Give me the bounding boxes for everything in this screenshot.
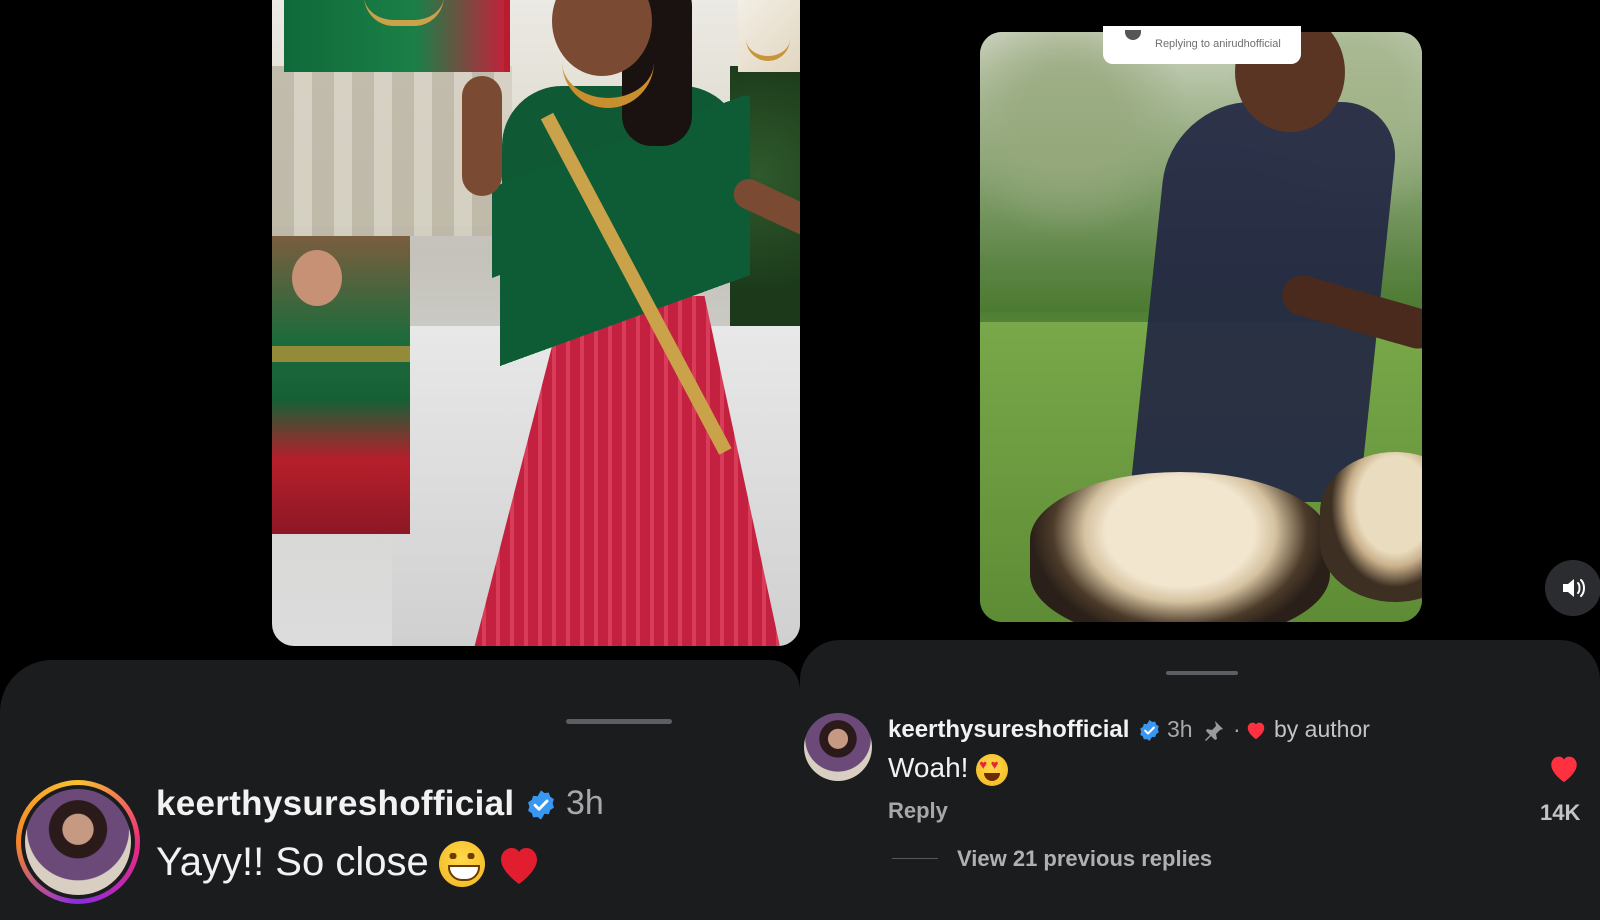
separator-dot: · xyxy=(1233,716,1241,742)
right-comment-username[interactable]: keerthysureshofficial xyxy=(888,716,1129,744)
right-comment-text-row: Woah! xyxy=(888,752,1009,786)
speaker-icon xyxy=(1563,579,1585,597)
replies-divider-line xyxy=(892,858,938,859)
photo-woman-in-half-saree xyxy=(462,0,800,646)
replying-to-text: Replying to anirudhofficial xyxy=(1155,38,1281,50)
reply-video-player[interactable] xyxy=(980,32,1422,622)
grinning-face-icon xyxy=(438,841,485,888)
view-previous-replies-link[interactable]: View 21 previous replies xyxy=(957,846,1212,872)
right-comment-text: Woah! xyxy=(888,752,969,783)
avatar[interactable] xyxy=(804,713,872,781)
left-comment-username[interactable]: keerthysureshofficial xyxy=(156,784,514,824)
verified-badge-icon xyxy=(1140,719,1159,742)
liked-by-author-heart-icon xyxy=(1247,722,1265,740)
left-comment-text: Yayy!! So close xyxy=(156,840,429,884)
left-sheet-drag-handle[interactable] xyxy=(566,719,672,724)
red-heart-icon xyxy=(500,848,537,885)
avatar xyxy=(25,789,131,895)
like-count: 14K xyxy=(1540,800,1581,825)
video-chenda-drum xyxy=(1030,472,1330,622)
left-story-avatar[interactable] xyxy=(16,780,140,904)
heart-eyes-icon xyxy=(976,753,1009,786)
avatar xyxy=(1125,30,1141,40)
reply-button[interactable]: Reply xyxy=(888,798,948,824)
liked-by-author-label: by author xyxy=(1274,716,1370,742)
pin-icon xyxy=(1205,721,1223,741)
replying-to-banner[interactable]: Replying to anirudhofficial xyxy=(1103,26,1301,64)
sound-toggle-button[interactable] xyxy=(1545,560,1600,616)
left-comment-time: 3h xyxy=(566,784,604,822)
like-heart-icon[interactable] xyxy=(1547,752,1581,784)
right-comment-time: 3h xyxy=(1167,716,1193,742)
photo-inset-dancer xyxy=(272,236,410,534)
right-sheet-drag-handle[interactable] xyxy=(1166,671,1238,675)
left-comment-text-row: Yayy!! So close xyxy=(156,840,543,888)
verified-badge-icon xyxy=(528,790,554,820)
left-photo-post[interactable] xyxy=(272,0,800,646)
